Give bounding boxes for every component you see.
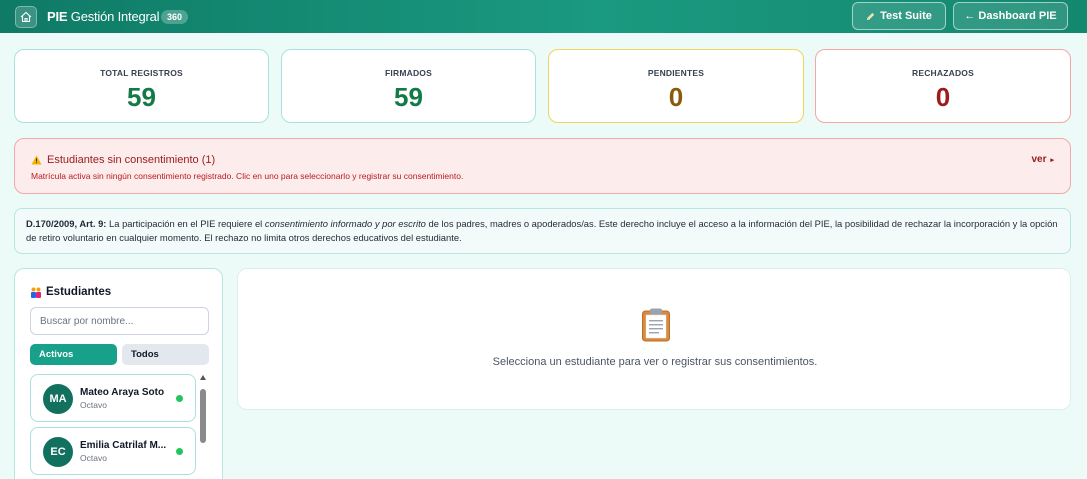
scrollbar-thumb[interactable]	[200, 389, 206, 443]
alert-title: Estudiantes sin consentimiento (1)	[31, 154, 215, 166]
avatar: EC	[43, 437, 73, 467]
stat-label: PENDIENTES	[647, 68, 705, 78]
missing-consent-alert[interactable]: Estudiantes sin consentimiento (1) Matrí…	[14, 138, 1071, 194]
tab-todos[interactable]: Todos	[122, 344, 209, 365]
stat-card-pendientes: PENDIENTES 0	[548, 49, 804, 123]
stat-label: RECHAZADOS	[912, 68, 974, 78]
students-sidebar: Estudiantes Activos Todos MA Mateo Araya…	[14, 268, 223, 479]
decree-note: D.170/2009, Art. 9: La participación en …	[14, 208, 1071, 254]
avatar: MA	[43, 384, 73, 414]
stat-label: TOTAL REGISTROS	[100, 68, 183, 78]
alert-ver-toggle[interactable]: ver ▸	[1031, 154, 1054, 165]
pencil-icon	[867, 12, 875, 20]
consent-detail-panel: Selecciona un estudiante para ver o regi…	[237, 268, 1071, 410]
active-status-dot	[176, 448, 183, 455]
decree-text-before: La participación en el PIE requiere el	[106, 218, 265, 229]
sidebar-title: Estudiantes	[30, 286, 111, 298]
stat-card-firmados: FIRMADOS 59	[281, 49, 536, 123]
student-list-scrollbar[interactable]	[199, 375, 207, 479]
top-bar: PIE Gestión Integral 360 Test Suite ← Da…	[0, 0, 1087, 33]
students-icon	[31, 287, 41, 298]
caret-right-icon: ▸	[1050, 156, 1054, 164]
alert-title-text: Estudiantes sin consentimiento (1)	[47, 154, 216, 166]
dashboard-pie-button[interactable]: ← Dashboard PIE	[953, 2, 1068, 30]
stat-value: 59	[127, 82, 156, 112]
student-grade: Octavo	[80, 453, 107, 463]
home-icon[interactable]	[15, 6, 37, 28]
student-name: Mateo Araya Soto	[80, 387, 165, 398]
stat-card-total: TOTAL REGISTROS 59	[14, 49, 269, 123]
scroll-up-arrow-icon[interactable]	[200, 375, 206, 380]
student-list-item[interactable]: EC Emilia Catrilaf M... Octavo	[30, 427, 196, 475]
alert-subtitle: Matrícula activa sin ningún consentimien…	[31, 171, 464, 181]
app-title: PIE Gestión Integral	[47, 9, 160, 24]
alert-ver-label: ver	[1031, 154, 1047, 165]
stat-label: FIRMADOS	[385, 68, 432, 78]
stat-value: 59	[394, 82, 423, 112]
test-suite-label: Test Suite	[880, 10, 932, 22]
app-title-bold: PIE	[47, 9, 68, 24]
stat-value: 0	[935, 82, 951, 112]
active-status-dot	[176, 395, 183, 402]
student-list-item[interactable]: MA Mateo Araya Soto Octavo	[30, 374, 196, 422]
decree-ref: D.170/2009, Art. 9:	[26, 218, 107, 229]
test-suite-button[interactable]: Test Suite	[852, 2, 946, 30]
app-title-rest: Gestión Integral	[70, 9, 160, 24]
search-input[interactable]	[30, 307, 209, 335]
stat-card-rechazados: RECHAZADOS 0	[815, 49, 1071, 123]
clipboard-icon	[641, 308, 671, 347]
stat-value: 0	[668, 82, 684, 112]
decree-emphasis: consentimiento informado y por escrito	[264, 218, 426, 229]
tab-activos[interactable]: Activos	[30, 344, 117, 365]
sidebar-title-text: Estudiantes	[46, 286, 112, 298]
empty-state-message: Selecciona un estudiante para ver o regi…	[492, 356, 818, 368]
student-name: Emilia Catrilaf M...	[80, 440, 167, 451]
student-grade: Octavo	[80, 400, 107, 410]
warning-icon	[31, 155, 42, 165]
dashboard-pie-label: ← Dashboard PIE	[964, 10, 1057, 22]
version-badge: 360	[161, 10, 189, 24]
